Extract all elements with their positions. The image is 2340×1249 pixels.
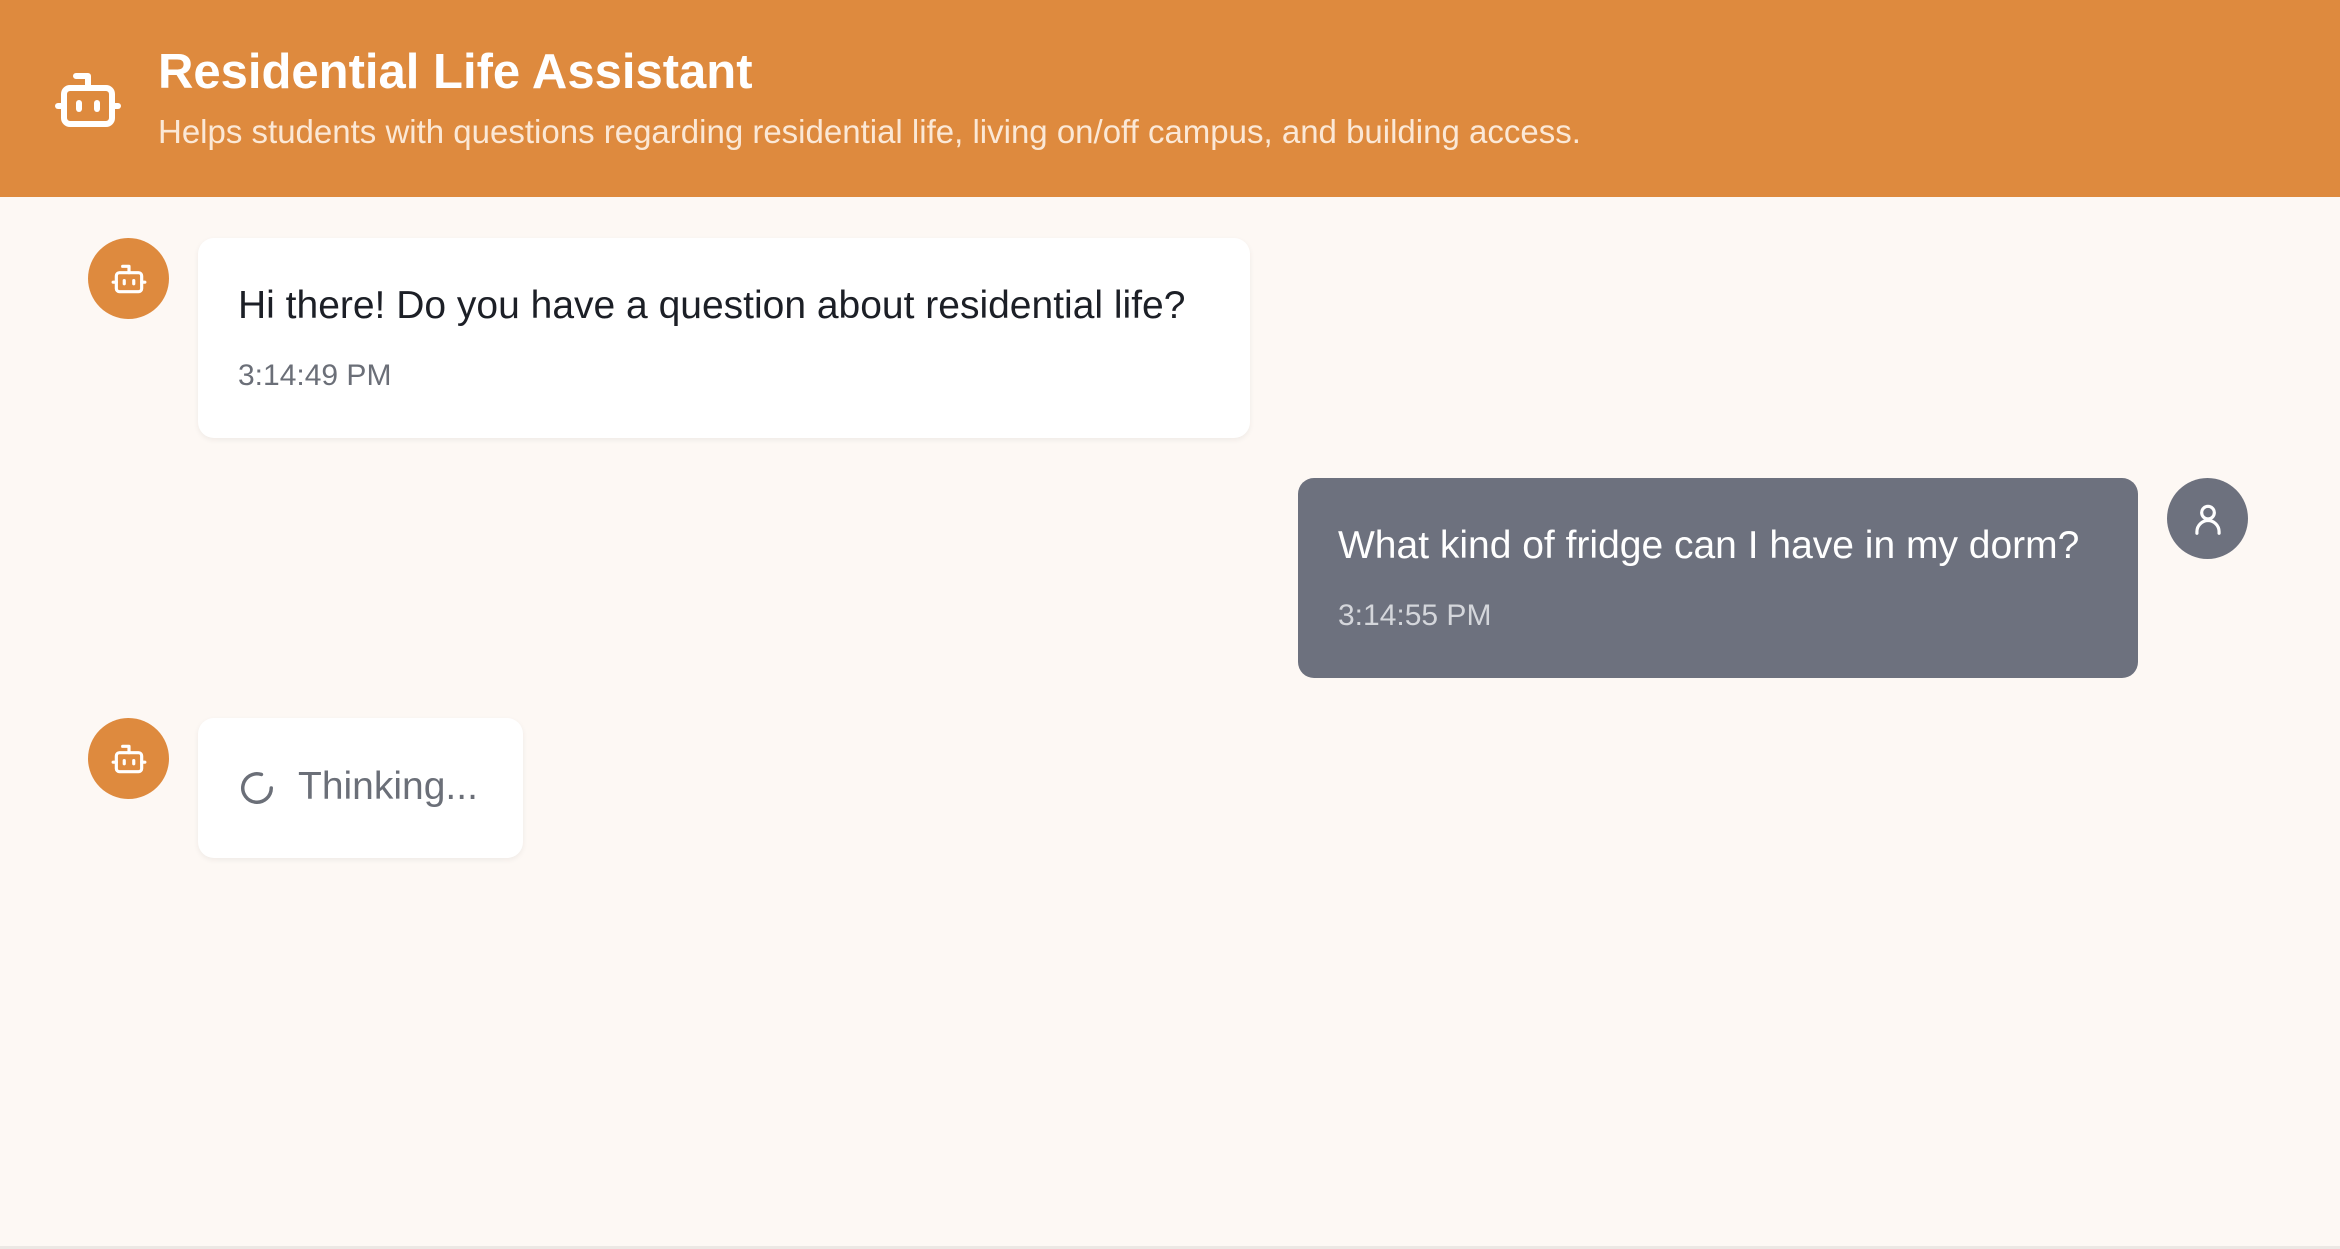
spinner-icon xyxy=(238,769,276,807)
user-avatar xyxy=(2167,478,2248,559)
page-subtitle: Helps students with questions regarding … xyxy=(158,113,1581,150)
bot-avatar xyxy=(88,238,169,319)
assistant-message: Hi there! Do you have a question about r… xyxy=(198,238,1250,438)
thinking-label: Thinking... xyxy=(298,765,478,808)
message-text: What kind of fridge can I have in my dor… xyxy=(1338,524,2080,567)
app-header: Residential Life Assistant Helps student… xyxy=(0,0,2340,197)
thinking-indicator: Thinking... xyxy=(198,718,523,858)
bot-avatar xyxy=(88,718,169,799)
bot-icon xyxy=(52,64,124,136)
bot-icon xyxy=(111,744,146,773)
user-icon xyxy=(2194,504,2221,535)
message-timestamp: 3:14:55 PM xyxy=(1338,599,1492,632)
bot-icon xyxy=(111,264,146,293)
user-message: What kind of fridge can I have in my dor… xyxy=(1298,478,2138,678)
message-timestamp: 3:14:49 PM xyxy=(238,359,392,392)
message-text: Hi there! Do you have a question about r… xyxy=(238,284,1186,327)
page-title: Residential Life Assistant xyxy=(158,45,753,99)
